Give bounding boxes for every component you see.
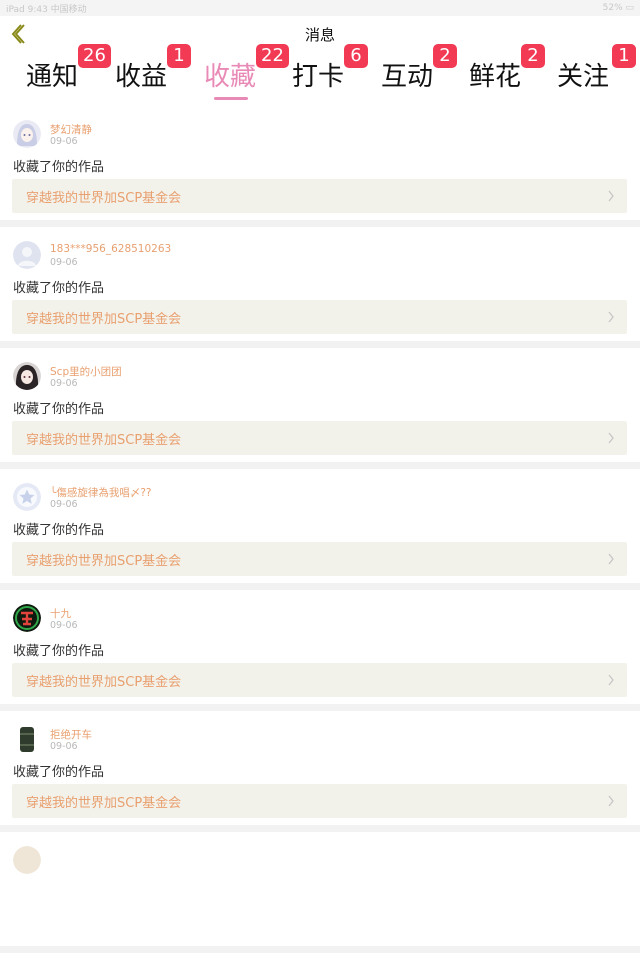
- count-badge: 2: [433, 44, 457, 68]
- tab-favorites[interactable]: 收藏 22: [204, 44, 294, 106]
- chevron-right-icon: [608, 795, 614, 807]
- count-badge: 2: [521, 44, 545, 68]
- username[interactable]: 梦幻清静: [50, 122, 92, 137]
- message-tabs: 通知 26 收益 1 收藏 22 打卡 6 互动 2 鲜花 2 关注 1: [0, 44, 640, 106]
- list-item-partial: [0, 832, 640, 946]
- status-right: 52% ▭: [602, 3, 634, 13]
- back-button[interactable]: [6, 22, 28, 46]
- avatar[interactable]: [13, 604, 41, 632]
- star-avatar-icon: [13, 483, 41, 511]
- status-left: iPad 9:43 中国移动: [6, 4, 87, 15]
- tab-label: 收藏: [204, 62, 257, 92]
- chevron-right-icon: [608, 190, 614, 202]
- tab-label: 打卡: [292, 62, 345, 92]
- list-item: 梦幻清静 09-06 收藏了你的作品 穿越我的世界加SCP基金会: [0, 106, 640, 220]
- chevron-right-icon: [608, 674, 614, 686]
- work-link[interactable]: 穿越我的世界加SCP基金会: [12, 542, 627, 576]
- username[interactable]: 183***956_628510263: [50, 243, 171, 255]
- user-avatar-icon: [13, 846, 41, 874]
- action-text: 收藏了你的作品: [13, 402, 105, 417]
- tab-label: 互动: [381, 62, 434, 92]
- avatar[interactable]: [13, 846, 41, 874]
- work-title: 穿越我的世界加SCP基金会: [26, 795, 182, 811]
- work-link[interactable]: 穿越我的世界加SCP基金会: [12, 663, 627, 697]
- tab-flowers[interactable]: 鲜花 2: [469, 44, 559, 106]
- date: 09-06: [50, 620, 78, 631]
- green-emblem-avatar-icon: [13, 604, 41, 632]
- avatar[interactable]: [13, 120, 41, 148]
- tab-follow[interactable]: 关注 1: [557, 44, 640, 106]
- action-text: 收藏了你的作品: [13, 160, 105, 175]
- work-title: 穿越我的世界加SCP基金会: [26, 190, 182, 206]
- chevron-right-icon: [608, 553, 614, 565]
- username[interactable]: ╰傷感旋律為我唱〆??: [50, 485, 151, 500]
- date: 09-06: [50, 499, 78, 510]
- count-badge: 1: [612, 44, 636, 68]
- count-badge: 1: [167, 44, 191, 68]
- tab-interaction[interactable]: 互动 2: [381, 44, 471, 106]
- avatar[interactable]: [13, 725, 41, 753]
- list-item: Scp里的小团团 09-06 收藏了你的作品 穿越我的世界加SCP基金会: [0, 348, 640, 462]
- status-bar: iPad 9:43 中国移动 52% ▭: [0, 0, 640, 16]
- action-text: 收藏了你的作品: [13, 281, 105, 296]
- date: 09-06: [50, 741, 78, 752]
- action-text: 收藏了你的作品: [13, 765, 105, 780]
- count-badge: 6: [344, 44, 368, 68]
- date: 09-06: [50, 136, 78, 147]
- date: 09-06: [50, 257, 78, 268]
- chevron-left-icon: [11, 24, 25, 44]
- work-link[interactable]: 穿越我的世界加SCP基金会: [12, 300, 627, 334]
- work-title: 穿越我的世界加SCP基金会: [26, 674, 182, 690]
- username[interactable]: 拒绝开车: [50, 727, 92, 742]
- work-title: 穿越我的世界加SCP基金会: [26, 432, 182, 448]
- tab-label: 鲜花: [469, 62, 522, 92]
- avatar[interactable]: [13, 483, 41, 511]
- notification-list: 梦幻清静 09-06 收藏了你的作品 穿越我的世界加SCP基金会 183***9…: [0, 106, 640, 953]
- chevron-right-icon: [608, 311, 614, 323]
- active-tab-indicator: [214, 97, 248, 100]
- work-title: 穿越我的世界加SCP基金会: [26, 311, 182, 327]
- count-badge: 26: [78, 44, 111, 68]
- barrel-avatar-icon: [13, 725, 41, 753]
- chevron-right-icon: [608, 432, 614, 444]
- date: 09-06: [50, 378, 78, 389]
- tab-label: 收益: [115, 62, 168, 92]
- avatar[interactable]: [13, 241, 41, 269]
- list-item: ╰傷感旋律為我唱〆?? 09-06 收藏了你的作品 穿越我的世界加SCP基金会: [0, 469, 640, 583]
- work-link[interactable]: 穿越我的世界加SCP基金会: [12, 784, 627, 818]
- avatar[interactable]: [13, 362, 41, 390]
- tab-earnings[interactable]: 收益 1: [115, 44, 205, 106]
- list-item: 拒绝开车 09-06 收藏了你的作品 穿越我的世界加SCP基金会: [0, 711, 640, 825]
- tab-label: 通知: [26, 62, 79, 92]
- tab-checkin[interactable]: 打卡 6: [292, 44, 382, 106]
- username[interactable]: Scp里的小团团: [50, 364, 122, 379]
- tab-notify[interactable]: 通知 26: [26, 44, 116, 106]
- work-title: 穿越我的世界加SCP基金会: [26, 553, 182, 569]
- work-link[interactable]: 穿越我的世界加SCP基金会: [12, 179, 627, 213]
- tab-label: 关注: [557, 62, 610, 92]
- count-badge: 22: [256, 44, 289, 68]
- list-item: 十九 09-06 收藏了你的作品 穿越我的世界加SCP基金会: [0, 590, 640, 704]
- username[interactable]: 十九: [50, 606, 71, 621]
- action-text: 收藏了你的作品: [13, 644, 105, 659]
- work-link[interactable]: 穿越我的世界加SCP基金会: [12, 421, 627, 455]
- list-item: 183***956_628510263 09-06 收藏了你的作品 穿越我的世界…: [0, 227, 640, 341]
- anime-girl-avatar-icon: [13, 120, 41, 148]
- page-title: 消息: [304, 25, 335, 44]
- dark-hair-avatar-icon: [13, 362, 41, 390]
- action-text: 收藏了你的作品: [13, 523, 105, 538]
- default-user-avatar-icon: [13, 241, 41, 269]
